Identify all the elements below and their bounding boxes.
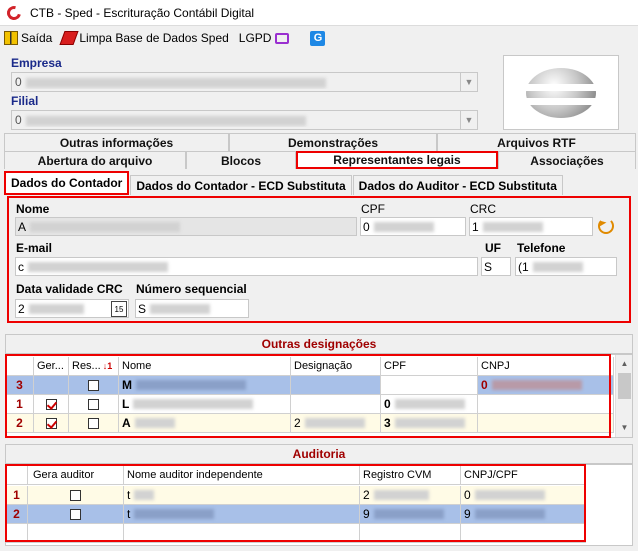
cpf-input[interactable]: 0 (360, 217, 466, 236)
empresa-select[interactable]: 0 ▼ (11, 72, 478, 92)
nome-value: A (18, 219, 27, 234)
tab-associacoes[interactable]: Associações (498, 151, 636, 169)
menu-lgpd[interactable]: LGPD (239, 31, 293, 45)
eraser-icon (59, 31, 79, 45)
email-input[interactable]: c (15, 257, 478, 276)
numero-sequencial-label: Número sequencial (136, 282, 247, 296)
menu-clear-database-label: Limpa Base de Dados Sped (79, 31, 229, 45)
nome-input[interactable]: A (15, 217, 357, 236)
menu-exit[interactable]: Saída (4, 31, 52, 45)
telefone-input[interactable]: (1 (515, 257, 617, 276)
numero-sequencial-value: S (138, 301, 147, 316)
uf-label: UF (485, 241, 501, 255)
menu-bar: Saída Limpa Base de Dados Sped LGPD G (0, 26, 638, 50)
auditoria-highlight (5, 464, 586, 542)
nome-label: Nome (16, 202, 50, 216)
email-value: c (18, 259, 24, 274)
outras-designacoes-highlight (5, 354, 611, 438)
subtab-dados-contador[interactable]: Dados do Contador (4, 171, 130, 195)
refresh-icon[interactable] (598, 218, 614, 234)
chevron-down-icon[interactable]: ▼ (460, 73, 477, 91)
app-logo-icon (4, 2, 24, 23)
numero-sequencial-input[interactable]: S (135, 299, 249, 318)
subtab-dados-contador-ecd[interactable]: Dados do Contador - ECD Substituta (130, 175, 352, 195)
empresa-label: Empresa (11, 56, 62, 70)
tab-abertura-arquivo[interactable]: Abertura do arquivo (4, 151, 186, 169)
menu-exit-label: Saída (21, 31, 53, 45)
telefone-value: (1 (518, 259, 529, 274)
title-bar: CTB - Sped - Escrituração Contábil Digit… (0, 0, 638, 26)
uf-value: S (484, 259, 493, 274)
window-title: CTB - Sped - Escrituração Contábil Digit… (30, 5, 255, 20)
exit-icon (4, 31, 18, 45)
g-icon: G (310, 30, 326, 46)
tab-row-upper: Outras informações Demonstrações Arquivo… (4, 133, 636, 151)
crc-value: 1 (472, 219, 479, 234)
menu-lgpd-label: LGPD (238, 31, 272, 45)
filial-select[interactable]: 0 ▼ (11, 110, 478, 130)
subtab-dados-auditor-ecd[interactable]: Dados do Auditor - ECD Substituta (352, 175, 563, 195)
menu-g[interactable]: G (302, 30, 328, 46)
scroll-thumb[interactable] (618, 373, 631, 399)
crc-label: CRC (470, 202, 496, 216)
validade-crc-label: Data validade CRC (16, 282, 123, 296)
auditoria-title: Auditoria (5, 444, 633, 464)
tab-blocos[interactable]: Blocos (186, 151, 296, 169)
email-label: E-mail (16, 241, 53, 255)
validade-crc-value: 2 (18, 301, 25, 316)
tab-arquivos-rtf[interactable]: Arquivos RTF (437, 133, 636, 151)
monitor-icon (275, 32, 290, 44)
tab-row-lower: Abertura do arquivo Blocos Representante… (4, 151, 636, 169)
menu-clear-database[interactable]: Limpa Base de Dados Sped (59, 31, 229, 45)
chevron-down-icon[interactable]: ▼ (460, 111, 477, 129)
scroll-up-icon[interactable]: ▲ (616, 355, 632, 371)
subtab-row: Dados do Contador Dados do Contador - EC… (4, 171, 564, 195)
telefone-label: Telefone (517, 241, 566, 255)
tab-representantes-legais[interactable]: Representantes legais (296, 151, 498, 169)
tab-demonstracoes[interactable]: Demonstrações (229, 133, 437, 151)
crc-input[interactable]: 1 (469, 217, 593, 236)
uf-input[interactable]: S (481, 257, 511, 276)
empresa-value: 0 (15, 75, 22, 89)
sphere-logo-icon (518, 67, 604, 118)
scroll-down-icon[interactable]: ▼ (616, 419, 632, 435)
filial-value: 0 (15, 113, 22, 127)
outras-designacoes-title: Outras designações (5, 334, 633, 354)
calendar-icon[interactable]: 15 (111, 301, 127, 317)
filial-label: Filial (11, 94, 39, 108)
cpf-value: 0 (363, 219, 370, 234)
cpf-label: CPF (361, 202, 385, 216)
outras-scrollbar[interactable]: ▲ ▼ (615, 355, 632, 437)
company-logo (503, 55, 619, 130)
tab-outras-informacoes[interactable]: Outras informações (4, 133, 229, 151)
